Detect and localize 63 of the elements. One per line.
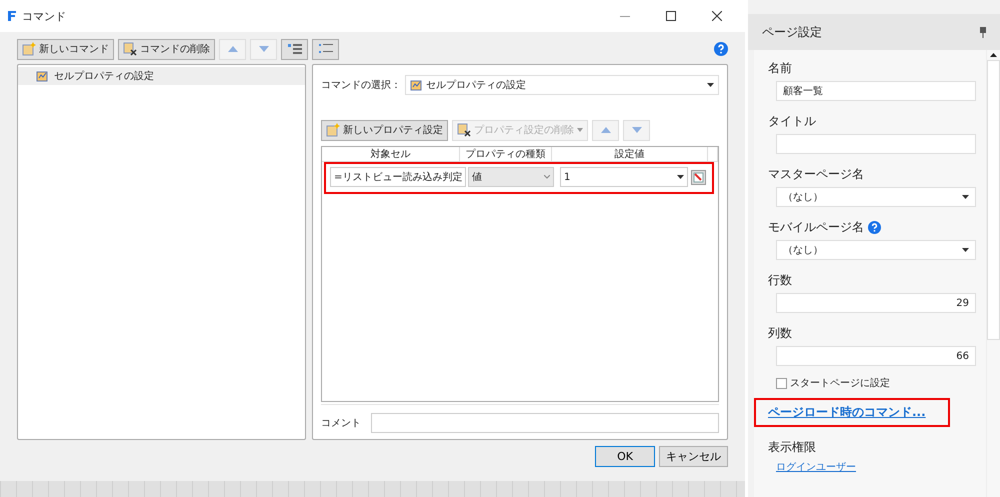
new-item-icon [326,123,340,137]
field-label: 名前 [768,60,792,77]
field-label: マスターページ名 [768,166,864,183]
login-user-link[interactable]: ログインユーザー [776,460,976,474]
column-header: 設定値 [552,147,708,161]
up-arrow-icon [600,127,610,133]
target-cell-field[interactable]: =リストビュー読み込み判定 [330,167,466,187]
down-arrow-icon [632,127,642,133]
delete-item-icon [123,42,137,56]
expand-button[interactable] [281,38,308,60]
field-label: 列数 [768,325,792,342]
pin-icon[interactable] [980,26,986,38]
load-command-link[interactable]: ページロード時のコマンド... [768,405,926,419]
collapse-button[interactable] [312,38,339,60]
column-header: 対象セル [322,147,460,161]
window-title: コマンド [22,8,67,24]
column-header: プロパティの種類 [460,147,552,161]
dialog-button[interactable]: キャンセル [659,446,728,467]
dropdown-caret-icon [962,248,969,252]
up-arrow-icon [228,46,238,52]
value-select[interactable]: 1 [560,167,688,187]
comment-field[interactable] [371,413,719,433]
number-field[interactable]: 29 [776,293,976,313]
comment-label: コメント [321,417,361,430]
maximize-icon [666,11,676,21]
chevron-icon [544,175,550,179]
property-type-select[interactable]: 値 [468,167,554,187]
caret-icon [577,128,583,132]
panel-title: ページ設定 [762,24,822,40]
tree-item[interactable]: セルプロパティの設定 [18,67,305,85]
select-field[interactable]: （なし） [776,187,976,207]
command-select[interactable]: セルプロパティの設定 [405,75,719,95]
dropdown-caret-icon [962,195,969,199]
list-icon [288,43,302,55]
close-icon [712,11,722,21]
command-select-label: コマンドの選択： [321,79,401,92]
field-label: タイトル [768,113,816,130]
new-button[interactable]: 新しいコマンド [17,38,114,60]
scrollbar[interactable] [986,50,1000,497]
cell-picker-icon[interactable] [691,170,706,184]
command-icon [410,79,422,91]
field-label: モバイルページ名 [768,219,864,236]
delete-button[interactable]: コマンドの削除 [118,38,215,60]
section-title: 表示権限 [768,439,816,456]
delete-item-icon [457,123,471,137]
down-arrow-icon [258,46,268,52]
field-label: 行数 [768,272,792,289]
dialog-button[interactable]: OK [595,446,655,467]
app-logo-icon [8,11,16,21]
text-field[interactable]: 顧客一覧 [776,81,976,101]
new-item-icon [22,42,36,56]
help-icon[interactable] [714,42,728,56]
help-icon[interactable] [868,221,881,234]
checkbox[interactable] [776,378,787,388]
select-field[interactable]: （なし） [776,240,976,260]
text-field[interactable] [776,134,976,154]
number-field[interactable]: 66 [776,346,976,366]
checkbox-label: スタートページに設定 [790,376,890,390]
dropdown-caret-icon [677,175,684,179]
dropdown-caret-icon [707,83,714,87]
bullet-list-icon [318,43,332,55]
command-icon [36,70,48,82]
new-button[interactable]: 新しいプロパティ設定 [321,120,448,140]
